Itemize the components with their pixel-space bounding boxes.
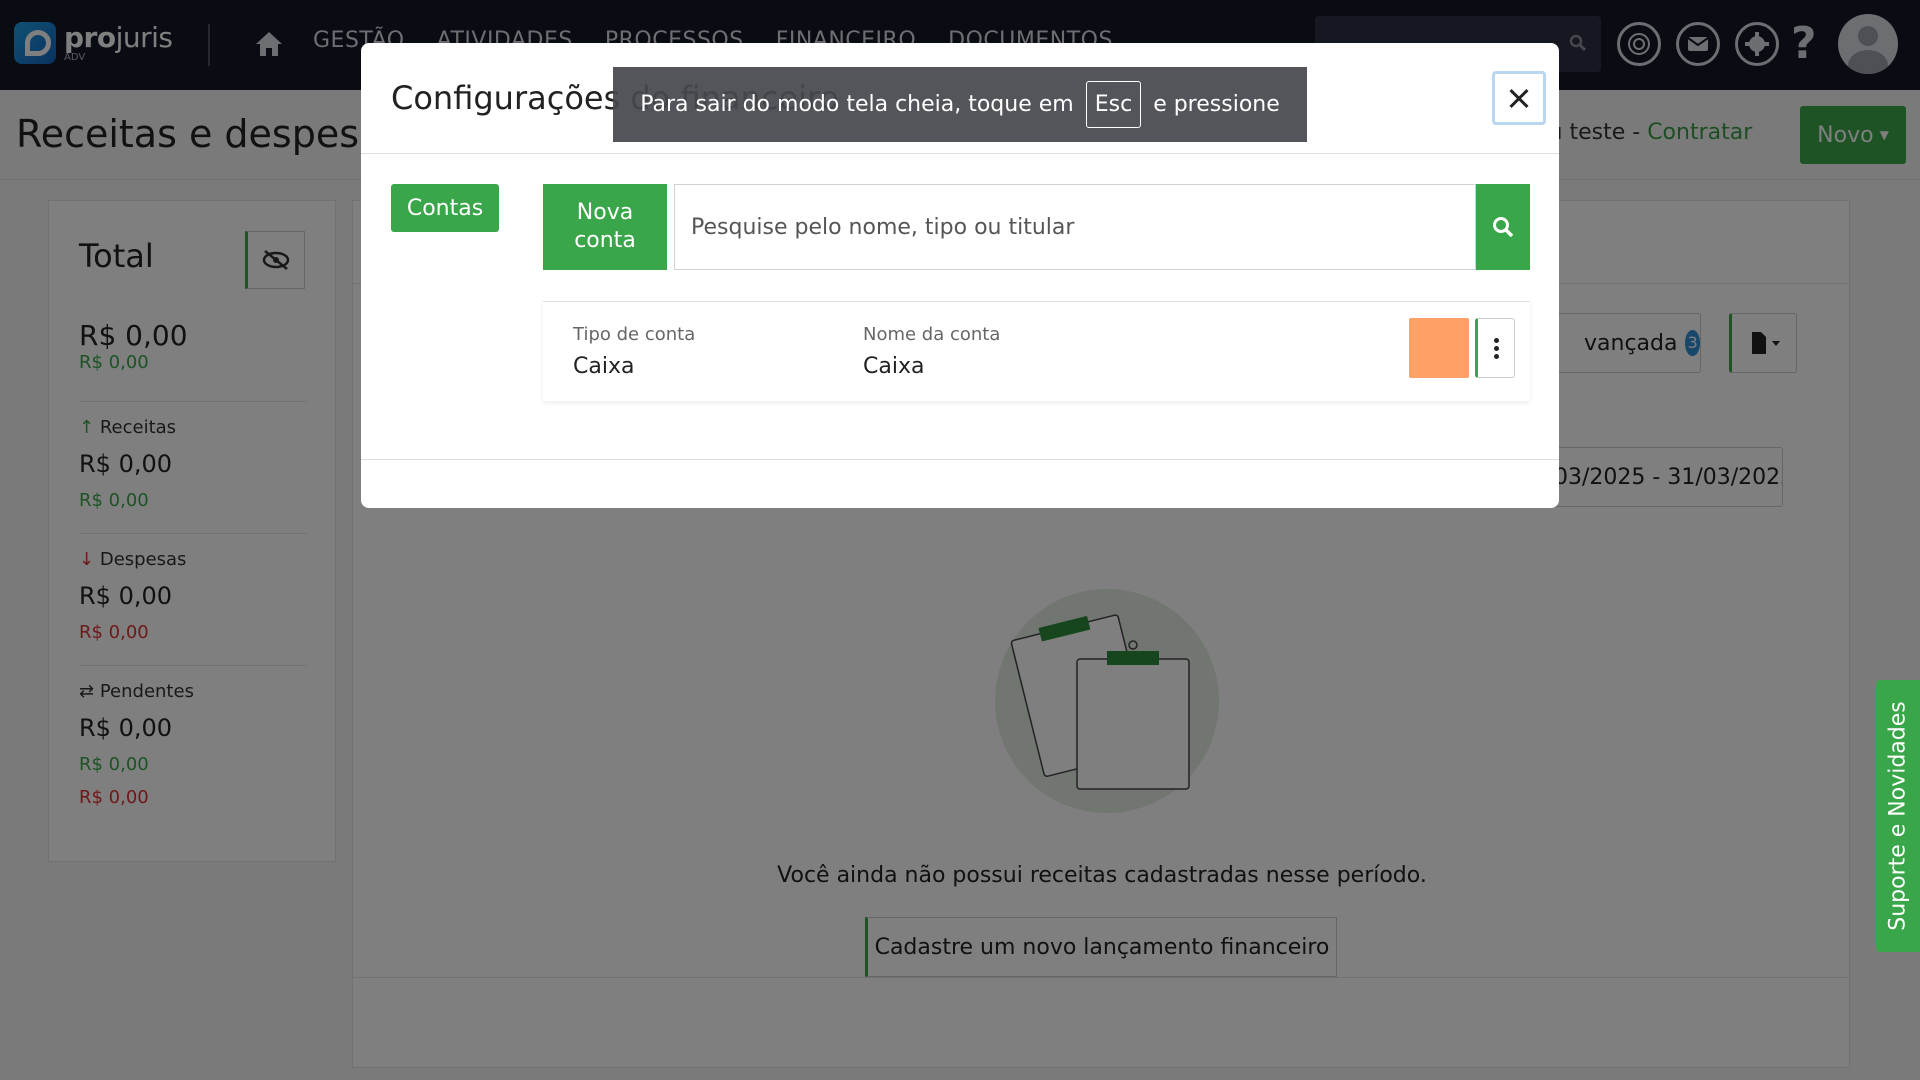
new-account-button[interactable]: Nova conta bbox=[543, 184, 667, 270]
toast-text-after: e pressione bbox=[1153, 92, 1280, 117]
account-row: Tipo de conta Caixa Nome da conta Caixa bbox=[543, 301, 1530, 401]
toast-text-before: Para sair do modo tela cheia, toque em bbox=[640, 92, 1074, 117]
more-options-icon[interactable] bbox=[1475, 318, 1515, 378]
close-icon[interactable] bbox=[1492, 71, 1546, 125]
fullscreen-exit-toast: Para sair do modo tela cheia, toque em E… bbox=[613, 67, 1307, 142]
new-account-label: Nova conta bbox=[574, 200, 636, 253]
divider bbox=[361, 459, 1559, 460]
account-name-label: Nome da conta bbox=[863, 324, 1001, 345]
divider bbox=[361, 153, 1559, 154]
tab-contas[interactable]: Contas bbox=[391, 184, 499, 232]
account-name-value: Caixa bbox=[863, 354, 925, 379]
account-type-value: Caixa bbox=[573, 354, 635, 379]
support-news-label: Suporte e Novidades bbox=[1885, 701, 1911, 931]
account-color-swatch[interactable] bbox=[1409, 318, 1469, 378]
search-button[interactable] bbox=[1476, 184, 1530, 270]
account-type-label: Tipo de conta bbox=[573, 324, 696, 345]
search-icon bbox=[1493, 217, 1514, 238]
esc-key-badge: Esc bbox=[1085, 81, 1142, 128]
account-search-input[interactable] bbox=[674, 184, 1476, 270]
support-news-tab[interactable]: Suporte e Novidades bbox=[1876, 680, 1920, 952]
